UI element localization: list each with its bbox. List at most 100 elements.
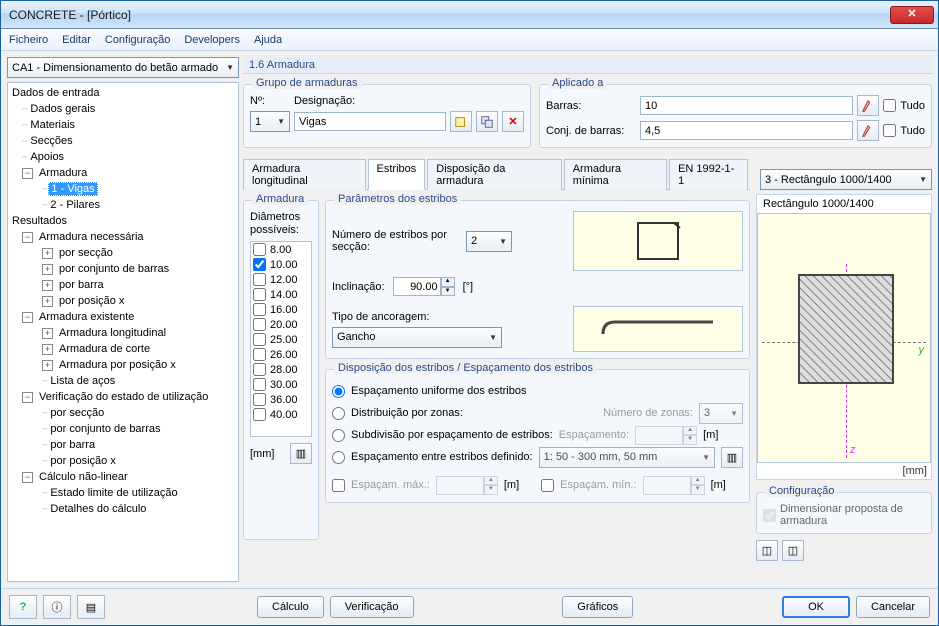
- collapse-icon[interactable]: −: [22, 312, 33, 323]
- delete-button[interactable]: ✕: [502, 111, 524, 132]
- diameter-check[interactable]: [253, 243, 266, 256]
- tree-calc-nao-linear[interactable]: Cálculo não-linear: [37, 471, 130, 483]
- tree-por-conjunto-1[interactable]: por conjunto de barras: [57, 263, 171, 275]
- expand-icon[interactable]: +: [42, 328, 53, 339]
- tree-armadura[interactable]: Armadura: [37, 167, 89, 179]
- barras-input[interactable]: [640, 96, 853, 115]
- navigation-tree[interactable]: Dados de entrada ┈Dados gerais ┈Materiai…: [7, 82, 239, 582]
- tree-por-barra-2[interactable]: por barra: [48, 439, 97, 451]
- collapse-icon[interactable]: −: [22, 232, 33, 243]
- tab-minima[interactable]: Armadura mínima: [564, 159, 667, 190]
- close-button[interactable]: ✕: [890, 6, 934, 24]
- inclinacao-input[interactable]: [393, 277, 441, 296]
- menu-ficheiro[interactable]: Ficheiro: [9, 34, 48, 46]
- radio-zonas[interactable]: [332, 407, 345, 420]
- diameter-row[interactable]: 10.00: [251, 257, 311, 272]
- radio-definido[interactable]: [332, 451, 345, 464]
- tree-lista-acos[interactable]: Lista de aços: [48, 375, 117, 387]
- diameter-check[interactable]: [253, 348, 266, 361]
- diameter-check[interactable]: [253, 408, 266, 421]
- tree-apoios[interactable]: Apoios: [28, 151, 66, 163]
- barras-tudo-check[interactable]: [883, 99, 896, 112]
- tree-dados-entrada[interactable]: Dados de entrada: [10, 87, 101, 99]
- diameter-check[interactable]: [253, 273, 266, 286]
- diameter-row[interactable]: 26.00: [251, 347, 311, 362]
- no-combo[interactable]: 1▼: [250, 111, 290, 132]
- cancel-button[interactable]: Cancelar: [856, 596, 930, 618]
- tree-arm-existente[interactable]: Armadura existente: [37, 311, 136, 323]
- tree-arm-necessaria[interactable]: Armadura necessária: [37, 231, 146, 243]
- report-button[interactable]: ▤: [77, 595, 105, 619]
- menu-ajuda[interactable]: Ajuda: [254, 34, 282, 46]
- diameter-list[interactable]: 8.0010.0012.0014.0016.0020.0025.0026.002…: [250, 241, 312, 437]
- expand-icon[interactable]: +: [42, 344, 53, 355]
- diameter-row[interactable]: 30.00: [251, 377, 311, 392]
- ok-button[interactable]: OK: [782, 596, 850, 618]
- definido-edit-button[interactable]: ▥: [721, 447, 743, 468]
- tab-disposicao[interactable]: Disposição da armadura: [427, 159, 561, 190]
- conj-input[interactable]: [640, 121, 853, 140]
- tree-vigas[interactable]: 1 - Vigas: [48, 182, 97, 196]
- copy-button[interactable]: [476, 111, 498, 132]
- section-combo[interactable]: 3 - Rectângulo 1000/1400▼: [760, 169, 932, 190]
- calculo-button[interactable]: Cálculo: [257, 596, 324, 618]
- diameter-row[interactable]: 28.00: [251, 362, 311, 377]
- collapse-icon[interactable]: −: [22, 472, 33, 483]
- tree-arm-corte[interactable]: Armadura de corte: [57, 343, 152, 355]
- diameter-row[interactable]: 8.00: [251, 242, 311, 257]
- diameter-row[interactable]: 12.00: [251, 272, 311, 287]
- num-estribos-combo[interactable]: 2▼: [466, 231, 512, 252]
- tab-longitudinal[interactable]: Armadura longitudinal: [243, 159, 366, 190]
- menu-developers[interactable]: Developers: [184, 34, 240, 46]
- tree-detalhes[interactable]: Detalhes do cálculo: [48, 503, 148, 515]
- view-toggle-1[interactable]: ◫: [756, 540, 778, 561]
- tree-arm-long[interactable]: Armadura longitudinal: [57, 327, 168, 339]
- pick-conj-button[interactable]: [857, 120, 879, 141]
- verif-button[interactable]: Verificação: [330, 596, 414, 618]
- diameter-check[interactable]: [253, 393, 266, 406]
- diameter-row[interactable]: 16.00: [251, 302, 311, 317]
- tree-por-posicao-2[interactable]: por posição x: [48, 455, 117, 467]
- diameter-check[interactable]: [253, 333, 266, 346]
- diameter-row[interactable]: 36.00: [251, 392, 311, 407]
- tree-estado-limite[interactable]: Estado limite de utilização: [48, 487, 179, 499]
- menu-config[interactable]: Configuração: [105, 34, 170, 46]
- diameter-row[interactable]: 40.00: [251, 407, 311, 422]
- tree-resultados[interactable]: Resultados: [10, 215, 69, 227]
- new-button[interactable]: [450, 111, 472, 132]
- tree-por-conjunto-2[interactable]: por conjunto de barras: [48, 423, 162, 435]
- radio-uniform[interactable]: [332, 385, 345, 398]
- tab-en1992[interactable]: EN 1992-1-1: [669, 159, 748, 190]
- diameter-row[interactable]: 20.00: [251, 317, 311, 332]
- diameter-row[interactable]: 14.00: [251, 287, 311, 302]
- radio-subdiv[interactable]: [332, 429, 345, 442]
- ancoragem-combo[interactable]: Gancho▼: [332, 327, 502, 348]
- inclinacao-spinner[interactable]: ▲▼: [393, 277, 455, 296]
- diameter-check[interactable]: [253, 318, 266, 331]
- collapse-icon[interactable]: −: [22, 168, 33, 179]
- tree-materiais[interactable]: Materiais: [28, 119, 77, 131]
- tree-dados-gerais[interactable]: Dados gerais: [28, 103, 97, 115]
- diameter-check[interactable]: [253, 378, 266, 391]
- desig-input[interactable]: [294, 112, 446, 131]
- tree-por-seccao-2[interactable]: por secção: [48, 407, 106, 419]
- expand-icon[interactable]: +: [42, 296, 53, 307]
- diameter-row[interactable]: 25.00: [251, 332, 311, 347]
- help-button[interactable]: ?: [9, 595, 37, 619]
- espac-max-check[interactable]: [332, 479, 345, 492]
- collapse-icon[interactable]: −: [22, 392, 33, 403]
- diameter-check[interactable]: [253, 303, 266, 316]
- tab-estribos[interactable]: Estribos: [368, 159, 426, 190]
- expand-icon[interactable]: +: [42, 280, 53, 291]
- tree-por-barra-1[interactable]: por barra: [57, 279, 106, 291]
- case-combo[interactable]: CA1 - Dimensionamento do betão armado ▼: [7, 57, 239, 78]
- diameter-check[interactable]: [253, 288, 266, 301]
- diam-edit-button[interactable]: ▥: [290, 443, 312, 464]
- expand-icon[interactable]: +: [42, 360, 53, 371]
- espac-min-check[interactable]: [541, 479, 554, 492]
- diameter-check[interactable]: [253, 363, 266, 376]
- view-toggle-2[interactable]: ◫: [782, 540, 804, 561]
- diameter-check[interactable]: [253, 258, 266, 271]
- tree-seccoes[interactable]: Secções: [28, 135, 74, 147]
- info-button[interactable]: ⓘ: [43, 595, 71, 619]
